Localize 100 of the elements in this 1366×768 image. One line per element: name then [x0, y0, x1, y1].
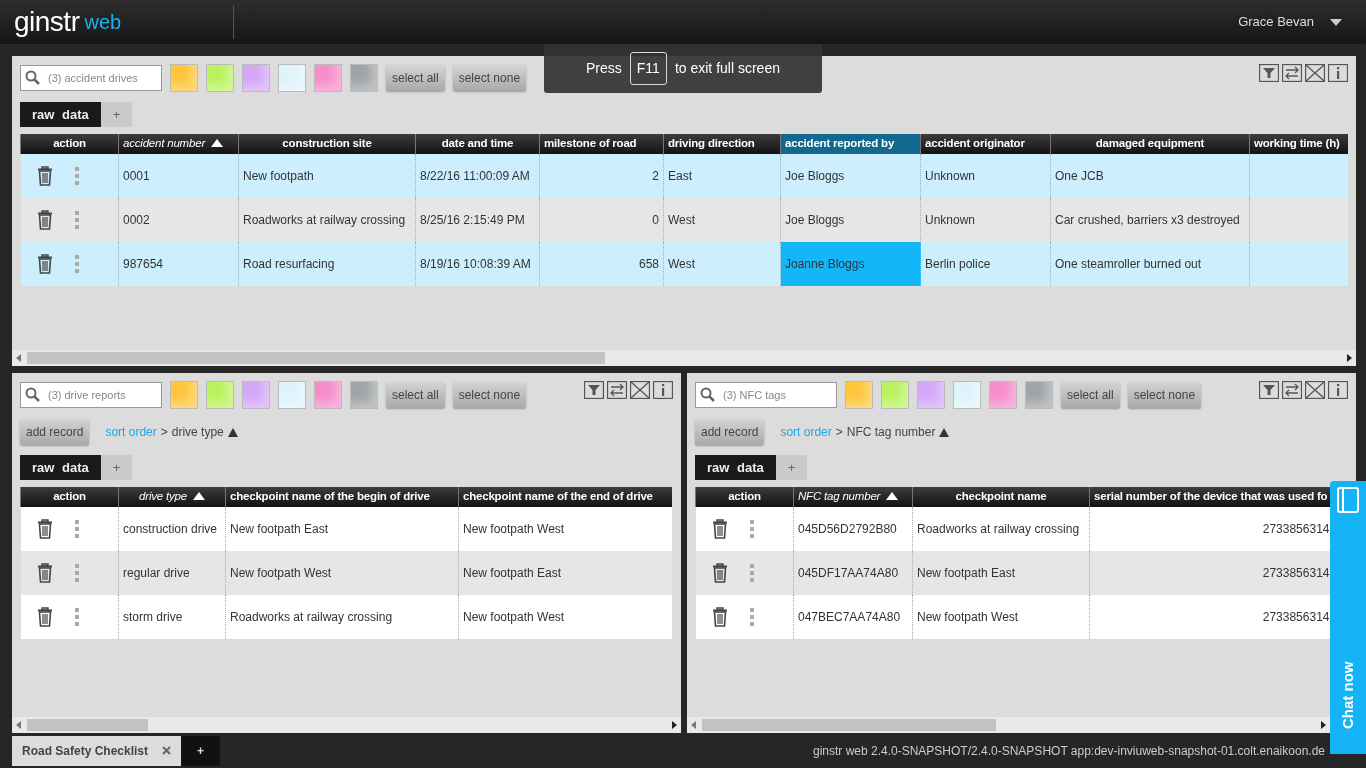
color-filter-swatch[interactable] — [881, 381, 909, 409]
select-button[interactable]: select all — [1061, 382, 1120, 408]
column-header[interactable]: checkpoint name — [912, 487, 1090, 507]
select-button[interactable]: select all — [386, 65, 445, 91]
color-filter-swatch[interactable] — [206, 381, 234, 409]
trash-icon[interactable] — [36, 519, 53, 539]
color-filter-swatch[interactable] — [314, 64, 342, 92]
select-button[interactable]: select all — [386, 382, 445, 408]
color-filter-swatch[interactable] — [242, 381, 270, 409]
column-header[interactable]: action — [695, 487, 794, 507]
select-button[interactable]: select none — [452, 65, 527, 91]
horizontal-scrollbar[interactable] — [12, 717, 681, 733]
scroll-right-icon[interactable] — [672, 721, 677, 729]
dots-icon[interactable] — [74, 608, 79, 626]
column-header[interactable]: checkpoint name of the begin of drive — [225, 487, 459, 507]
dots-icon[interactable] — [74, 255, 79, 273]
dots-icon[interactable] — [74, 520, 79, 538]
color-filter-swatch[interactable] — [170, 381, 198, 409]
filter-icon[interactable] — [1259, 381, 1279, 399]
search-field[interactable]: (3) NFC tags — [695, 382, 837, 408]
color-filter-swatch[interactable] — [989, 381, 1017, 409]
scroll-left-icon[interactable] — [691, 721, 696, 729]
column-header[interactable]: accident number — [118, 134, 239, 154]
color-filter-swatch[interactable] — [350, 64, 378, 92]
column-header[interactable]: drive type — [118, 487, 226, 507]
view-tab[interactable]: raw data — [20, 102, 101, 127]
scroll-right-icon[interactable] — [1321, 721, 1326, 729]
add-record-button[interactable]: add record — [695, 419, 765, 445]
dots-icon[interactable] — [74, 211, 79, 229]
trash-icon[interactable] — [711, 563, 728, 583]
horizontal-scrollbar[interactable] — [12, 350, 1356, 366]
column-header[interactable]: checkpoint name of the end of drive — [458, 487, 672, 507]
scroll-left-icon[interactable] — [16, 354, 21, 362]
color-filter-swatch[interactable] — [170, 64, 198, 92]
dots-icon[interactable] — [749, 520, 754, 538]
column-header[interactable]: action — [20, 487, 119, 507]
dots-icon[interactable] — [74, 167, 79, 185]
trash-icon[interactable] — [36, 563, 53, 583]
column-header[interactable]: working time (h) — [1249, 134, 1348, 154]
trash-icon[interactable] — [36, 607, 53, 627]
info-icon[interactable] — [1328, 381, 1348, 399]
horizontal-scrollbar[interactable] — [687, 717, 1330, 733]
version-text: ginstr web 2.4.0-SNAPSHOT/2.4.0-SNAPSHOT app:dev-inviuweb-snapshot-01.colt.enaikoon.de — [812, 742, 1325, 760]
info-icon[interactable] — [1328, 64, 1348, 82]
column-header[interactable]: date and time — [415, 134, 540, 154]
color-filter-swatch[interactable] — [242, 64, 270, 92]
color-filter-swatch[interactable] — [1025, 381, 1053, 409]
view-tab[interactable]: raw data — [695, 455, 776, 480]
scroll-right-icon[interactable] — [1347, 354, 1352, 362]
dots-icon[interactable] — [749, 564, 754, 582]
color-filter-swatch[interactable] — [278, 64, 306, 92]
add-record-button[interactable]: add record — [20, 419, 90, 445]
color-filter-swatch[interactable] — [314, 381, 342, 409]
dots-icon[interactable] — [749, 608, 754, 626]
select-button[interactable]: select none — [1127, 382, 1202, 408]
view-tab[interactable]: + — [100, 102, 133, 127]
column-header[interactable]: milestone of road — [539, 134, 664, 154]
column-header[interactable]: accident originator — [920, 134, 1051, 154]
workspace-tab[interactable]: + — [181, 735, 221, 766]
clear-icon[interactable] — [630, 381, 650, 399]
close-icon[interactable] — [162, 746, 172, 755]
column-header[interactable]: driving direction — [663, 134, 781, 154]
trash-icon[interactable] — [711, 607, 728, 627]
clear-icon[interactable] — [1305, 64, 1325, 82]
view-tab[interactable]: + — [100, 455, 133, 480]
search-field[interactable]: (3) accident drives — [20, 65, 162, 91]
color-filter-swatch[interactable] — [917, 381, 945, 409]
swap-icon[interactable] — [1282, 64, 1302, 82]
dots-icon[interactable] — [74, 564, 79, 582]
clear-icon[interactable] — [1305, 381, 1325, 399]
caret-icon[interactable] — [1330, 18, 1342, 26]
scroll-left-icon[interactable] — [16, 721, 21, 729]
color-filter-swatch[interactable] — [278, 381, 306, 409]
filter-icon[interactable] — [1259, 64, 1279, 82]
color-filter-swatch[interactable] — [845, 381, 873, 409]
user-name[interactable]: Grace Bevan — [1238, 12, 1314, 32]
column-header[interactable]: damaged equipment — [1050, 134, 1250, 154]
filter-icon[interactable] — [584, 381, 604, 399]
column-header[interactable]: accident reported by — [780, 134, 921, 154]
trash-icon[interactable] — [36, 166, 53, 186]
color-filter-swatch[interactable] — [350, 381, 378, 409]
trash-icon[interactable] — [711, 519, 728, 539]
search-field[interactable]: (3) drive reports — [20, 382, 162, 408]
notice-text: Press — [586, 59, 622, 78]
select-button[interactable]: select none — [452, 382, 527, 408]
trash-icon[interactable] — [36, 210, 53, 230]
view-tab[interactable]: raw data — [20, 455, 101, 480]
column-header[interactable]: construction site — [238, 134, 416, 154]
workspace-tab[interactable]: Road Safety Checklist — [12, 735, 182, 766]
info-icon[interactable] — [653, 381, 673, 399]
color-filter-swatch[interactable] — [953, 381, 981, 409]
trash-icon[interactable] — [36, 254, 53, 274]
table-cell: Unknown — [925, 169, 976, 183]
column-header[interactable]: NFC tag number — [793, 487, 913, 507]
color-filter-swatch[interactable] — [206, 64, 234, 92]
sort-ascending-icon — [227, 427, 238, 437]
column-header[interactable]: action — [20, 134, 119, 154]
swap-icon[interactable] — [1282, 381, 1302, 399]
swap-icon[interactable] — [607, 381, 627, 399]
view-tab[interactable]: + — [775, 455, 808, 480]
